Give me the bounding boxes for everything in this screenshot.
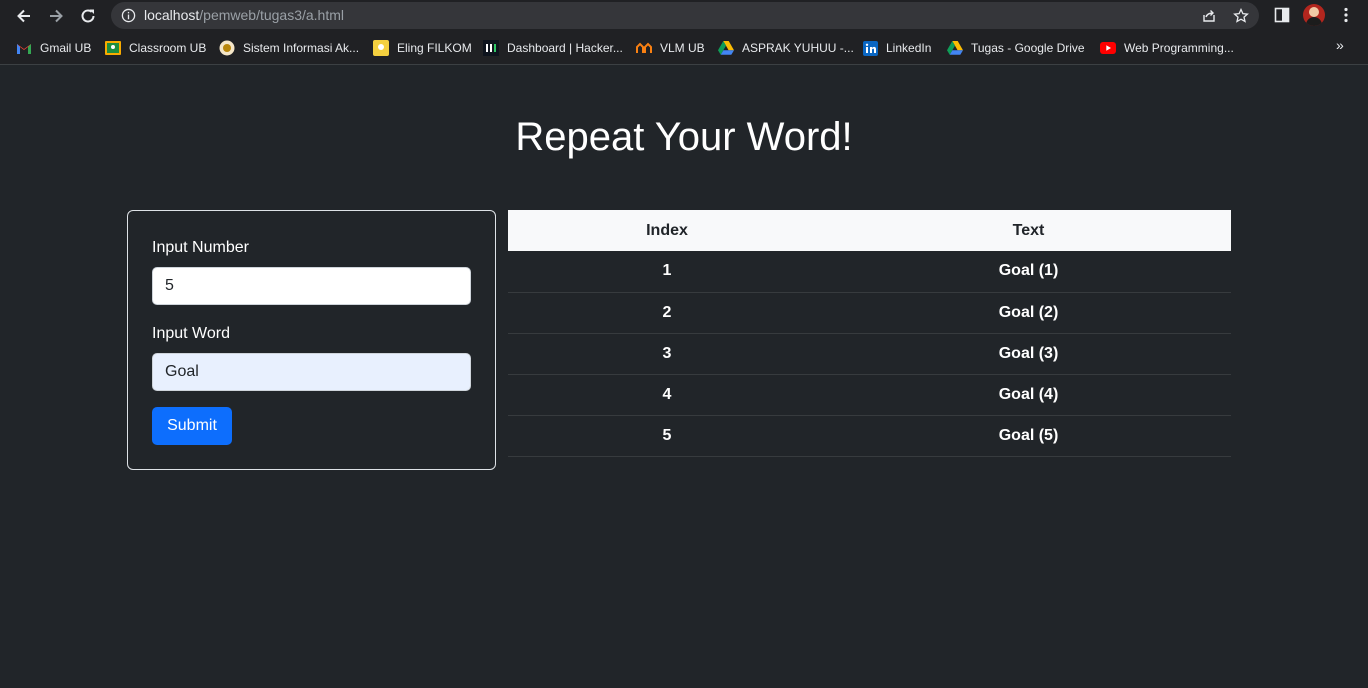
url-path: /pemweb/tugas3/a.html — [199, 7, 345, 23]
side-panel-icon[interactable] — [1273, 6, 1291, 24]
share-icon[interactable] — [1201, 8, 1217, 24]
bookmark-gmail-ub[interactable]: Gmail UB — [16, 39, 91, 57]
bookmark-label: Dashboard | Hacker... — [507, 41, 623, 55]
google-drive-icon — [947, 40, 963, 56]
back-button[interactable] — [12, 4, 36, 28]
input-number-label: Input Number — [152, 239, 249, 256]
info-icon[interactable] — [121, 8, 136, 23]
input-word-field[interactable] — [152, 353, 471, 391]
table-row: 2 Goal (2) — [508, 292, 1231, 334]
url-host: localhost — [144, 7, 200, 23]
cell-index: 4 — [508, 374, 826, 416]
arrow-right-icon — [50, 9, 63, 23]
cell-text: Goal (3) — [826, 333, 1231, 375]
bookmark-label: Classroom UB — [129, 41, 207, 55]
bookmark-web-programming[interactable]: Web Programming... — [1100, 39, 1234, 57]
bookmark-label: Sistem Informasi Ak... — [243, 41, 360, 55]
cell-index: 5 — [508, 415, 826, 457]
table-header-row: Index Text — [508, 210, 1231, 251]
url-text[interactable]: localhost/pemweb/tugas3/a.html — [144, 7, 344, 24]
bookmark-vlm-ub[interactable]: VLM UB — [636, 39, 705, 57]
table-row: 3 Goal (3) — [508, 333, 1231, 375]
browser-toolbar: localhost/pemweb/tugas3/a.html — [0, 0, 1368, 32]
page-title: Repeat Your Word! — [515, 115, 853, 159]
reload-button[interactable] — [76, 4, 100, 28]
bookmark-label: Eling FILKOM — [397, 41, 472, 55]
column-header-index: Index — [508, 210, 826, 251]
eling-icon — [373, 40, 389, 56]
menu-kebab-icon[interactable] — [1337, 6, 1355, 24]
table-row: 4 Goal (4) — [508, 374, 1231, 416]
cell-text: Goal (1) — [826, 251, 1231, 293]
bookmark-label: Gmail UB — [40, 41, 92, 55]
bookmark-classroom-ub[interactable]: Classroom UB — [105, 39, 206, 57]
bookmark-tugas-drive[interactable]: Tugas - Google Drive — [947, 39, 1085, 57]
forward-button[interactable] — [44, 4, 68, 28]
youtube-icon — [1100, 40, 1116, 56]
vlm-icon — [636, 40, 652, 56]
classroom-icon — [105, 40, 121, 56]
submit-button[interactable]: Submit — [152, 407, 232, 445]
bookmark-label: ASPRAK YUHUU -... — [742, 41, 854, 55]
bookmark-label: Web Programming... — [1124, 41, 1234, 55]
cell-text: Goal (5) — [826, 415, 1231, 457]
input-number-field[interactable] — [152, 267, 471, 305]
bookmarks-bar: Gmail UB Classroom UB Sistem Informasi A… — [0, 32, 1368, 65]
bookmark-eling-filkom[interactable]: Eling FILKOM — [373, 39, 472, 57]
cell-index: 2 — [508, 292, 826, 334]
bookmark-linkedin[interactable]: LinkedIn — [862, 39, 931, 57]
gmail-icon — [16, 40, 32, 56]
bookmark-hackerrank[interactable]: Dashboard | Hacker... — [483, 39, 623, 57]
hackerrank-icon — [483, 40, 499, 56]
bookmark-label: Tugas - Google Drive — [971, 41, 1085, 55]
bookmark-siakad[interactable]: Sistem Informasi Ak... — [219, 39, 359, 57]
star-icon[interactable] — [1233, 8, 1249, 24]
linkedin-icon — [862, 40, 878, 56]
column-header-text: Text — [826, 210, 1231, 251]
input-word-label: Input Word — [152, 325, 230, 342]
arrow-left-icon — [17, 9, 30, 23]
table-row: 1 Goal (1) — [508, 251, 1231, 293]
bookmarks-overflow-button[interactable]: » — [1336, 37, 1344, 53]
google-drive-icon — [718, 40, 734, 56]
siakad-icon — [219, 40, 235, 56]
address-bar[interactable]: localhost/pemweb/tugas3/a.html — [111, 2, 1259, 29]
cell-text: Goal (2) — [826, 292, 1231, 334]
reload-icon — [81, 9, 95, 23]
bookmark-asprak[interactable]: ASPRAK YUHUU -... — [718, 39, 854, 57]
input-form-card: Input Number Input Word Submit — [127, 210, 496, 470]
cell-index: 3 — [508, 333, 826, 375]
profile-avatar[interactable] — [1303, 4, 1325, 26]
cell-text: Goal (4) — [826, 374, 1231, 416]
result-table: Index Text 1 Goal (1) 2 Goal (2) 3 Goal … — [508, 210, 1231, 457]
cell-index: 1 — [508, 251, 826, 293]
bookmark-label: VLM UB — [660, 41, 705, 55]
bookmark-label: LinkedIn — [886, 41, 932, 55]
table-row: 5 Goal (5) — [508, 415, 1231, 457]
